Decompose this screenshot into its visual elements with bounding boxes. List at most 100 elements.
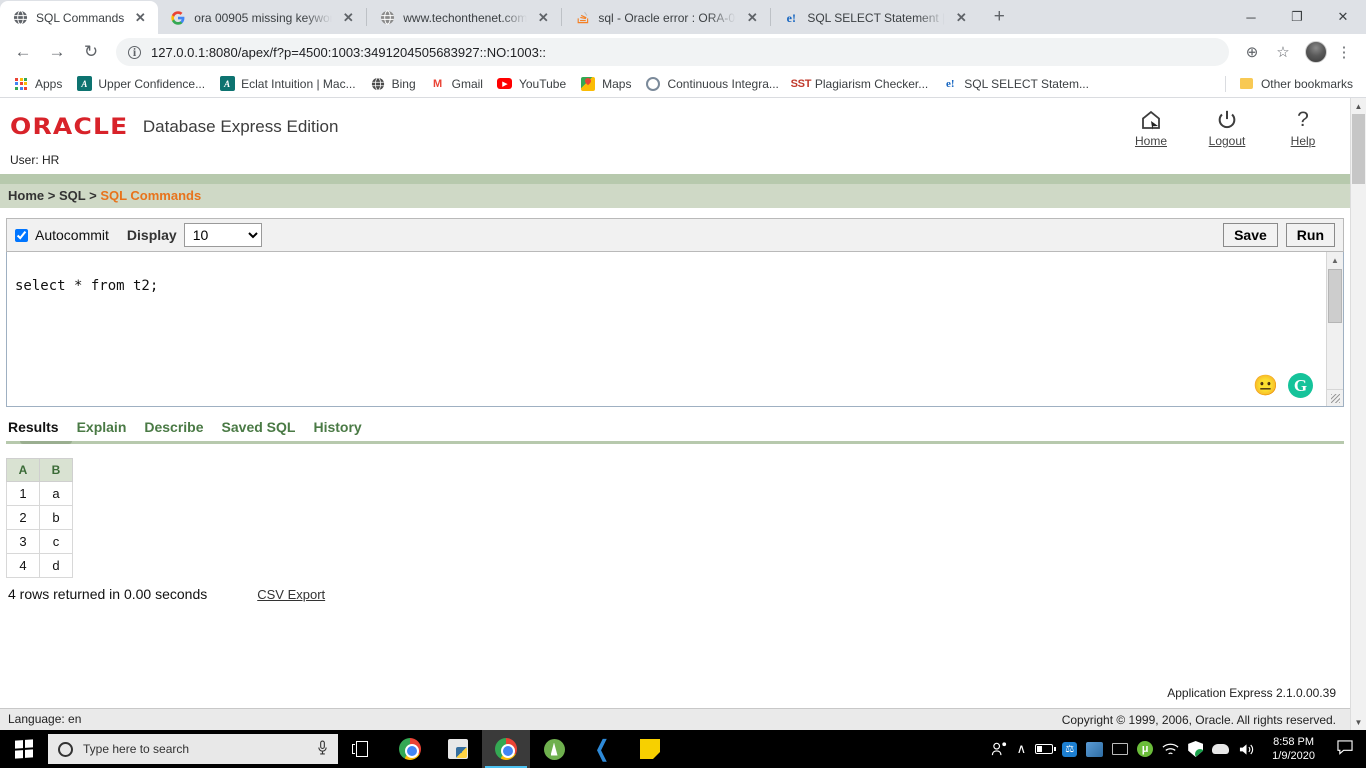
tab-describe[interactable]: Describe: [144, 419, 203, 438]
vscode-icon: ❬: [592, 736, 612, 761]
utorrent-icon[interactable]: μ: [1137, 741, 1154, 757]
bookmark-plagiarism-checker[interactable]: SST Plagiarism Checker...: [786, 72, 935, 96]
header-link-help[interactable]: ? Help: [1278, 106, 1328, 148]
sql-editor-text[interactable]: select * from t2;: [7, 252, 1326, 406]
other-bookmarks-label: Other bookmarks: [1260, 76, 1353, 91]
wifi-icon[interactable]: [1162, 742, 1179, 756]
taskbar-notepadpp-button[interactable]: [434, 730, 482, 768]
taskbar-chrome-active-button[interactable]: [482, 730, 530, 768]
start-button[interactable]: [0, 730, 48, 768]
show-hidden-icons-chevron-icon[interactable]: ∧: [1017, 741, 1027, 757]
window-close-button[interactable]: ✕: [1320, 0, 1366, 34]
tab-close-icon[interactable]: ✕: [533, 8, 553, 28]
volume-icon[interactable]: [1238, 742, 1255, 757]
bookmark-upper-confidence[interactable]: A Upper Confidence...: [69, 72, 212, 96]
bookmark-youtube[interactable]: ▶ YouTube: [490, 72, 573, 96]
people-icon[interactable]: [991, 741, 1008, 757]
editor-scroll-up-icon[interactable]: ▲: [1327, 252, 1343, 269]
stackoverflow-icon: [574, 10, 590, 26]
bookmark-sql-select-statement[interactable]: e! SQL SELECT Statem...: [935, 72, 1096, 96]
zoom-icon[interactable]: ⊕: [1238, 38, 1266, 66]
reload-icon[interactable]: ↻: [76, 37, 106, 67]
grammarly-emoji-icon[interactable]: 😐: [1253, 373, 1278, 398]
breadcrumb-item-home[interactable]: Home: [8, 188, 44, 203]
back-icon[interactable]: ←: [8, 37, 38, 67]
tab-history[interactable]: History: [313, 419, 361, 438]
taskbar-clock[interactable]: 8:58 PM 1/9/2020: [1264, 735, 1323, 763]
window-maximize-button[interactable]: ❐: [1274, 0, 1320, 34]
header-link-home[interactable]: Home: [1126, 106, 1176, 148]
taskbar-chrome-button[interactable]: [386, 730, 434, 768]
onedrive-icon[interactable]: [1212, 744, 1230, 754]
bookmark-eclat-intuition[interactable]: A Eclat Intuition | Mac...: [212, 72, 363, 96]
sql-editor[interactable]: select * from t2; 😐 G ▲ ▼: [6, 252, 1344, 407]
header-link-label: Help: [1290, 134, 1316, 148]
bookmark-continuous-integration[interactable]: Continuous Integra...: [638, 72, 785, 96]
bluetooth-icon[interactable]: ⚖: [1062, 741, 1078, 757]
display-rows-select[interactable]: 10: [183, 223, 262, 247]
grammarly-badge-icon[interactable]: G: [1288, 373, 1313, 398]
tab-results[interactable]: Results: [8, 419, 59, 438]
gmail-icon: M: [433, 77, 443, 90]
page-scrollbar[interactable]: ▲ ▼: [1350, 98, 1366, 730]
tab-close-icon[interactable]: ✕: [951, 8, 971, 28]
taskbar-android-studio-button[interactable]: [530, 730, 578, 768]
cell-b: b: [39, 505, 73, 530]
column-header-a[interactable]: A: [6, 458, 40, 482]
grammarly-widget[interactable]: 😐 G: [1253, 373, 1313, 398]
network-adapter-icon[interactable]: [1086, 741, 1104, 757]
run-button[interactable]: Run: [1285, 223, 1335, 247]
header-link-logout[interactable]: Logout: [1202, 106, 1252, 148]
save-button[interactable]: Save: [1223, 223, 1278, 247]
remote-desktop-icon[interactable]: [1112, 743, 1129, 755]
browser-tab-4[interactable]: e! SQL SELECT Statement | SQL S ✕: [771, 1, 980, 34]
bookmark-apps[interactable]: Apps: [6, 72, 69, 96]
tab-close-icon[interactable]: ✕: [338, 8, 358, 28]
result-grid: A B 1 a 2 b 3 c 4 d: [6, 458, 73, 578]
csv-export-link[interactable]: CSV Export: [257, 587, 325, 602]
notification-center-icon[interactable]: [1332, 739, 1362, 759]
bookmark-label: Upper Confidence...: [98, 76, 206, 91]
display-label: Display: [126, 227, 177, 243]
editor-scroll-thumb[interactable]: [1328, 269, 1342, 323]
battery-icon[interactable]: [1035, 744, 1057, 754]
tab-explain[interactable]: Explain: [77, 419, 127, 438]
page-scroll-down-icon[interactable]: ▼: [1351, 714, 1366, 730]
windows-defender-icon[interactable]: [1188, 741, 1204, 757]
browser-tab-2[interactable]: www.techonthenet.com ✕: [367, 1, 562, 34]
other-bookmarks-button[interactable]: Other bookmarks: [1232, 72, 1360, 96]
bookmark-maps[interactable]: Maps: [573, 72, 638, 96]
microphone-icon[interactable]: [317, 740, 328, 758]
tab-close-icon[interactable]: ✕: [130, 8, 150, 28]
browser-tab-1[interactable]: ora 00905 missing keyword - G ✕: [158, 1, 367, 34]
chrome-browser-window: SQL Commands ✕ ora 00905 missing keyword…: [0, 0, 1366, 730]
breadcrumb-item-sql[interactable]: SQL: [59, 188, 86, 203]
window-minimize-button[interactable]: ─: [1228, 0, 1274, 34]
search-input[interactable]: Type here to search: [48, 734, 338, 764]
site-info-icon[interactable]: i: [128, 45, 141, 59]
address-bar[interactable]: i 127.0.0.1:8080/apex/f?p=4500:1003:3491…: [116, 38, 1229, 66]
task-view-button[interactable]: [338, 730, 386, 768]
new-tab-button[interactable]: +: [985, 3, 1013, 31]
bookmark-gmail[interactable]: M Gmail: [423, 72, 490, 96]
browser-tab-0[interactable]: SQL Commands ✕: [0, 1, 159, 34]
editor-resize-handle[interactable]: [1326, 389, 1343, 406]
chrome-menu-icon[interactable]: ⋮: [1330, 38, 1358, 66]
browser-tab-3[interactable]: sql - Oracle error : ORA-00905 ✕: [562, 1, 771, 34]
page-scroll-thumb[interactable]: [1352, 114, 1365, 184]
profile-avatar[interactable]: [1305, 41, 1327, 63]
bookmark-bing[interactable]: Bing: [363, 72, 423, 96]
autocommit-checkbox[interactable]: [15, 228, 28, 242]
taskbar-sticky-notes-button[interactable]: [626, 730, 674, 768]
bookmark-star-icon[interactable]: ☆: [1269, 38, 1297, 66]
page-scroll-up-icon[interactable]: ▲: [1351, 98, 1366, 114]
al-icon: A: [76, 76, 92, 92]
tab-saved-sql[interactable]: Saved SQL: [222, 419, 296, 438]
taskbar-vscode-button[interactable]: ❬: [578, 730, 626, 768]
column-header-b[interactable]: B: [39, 458, 73, 482]
tab-close-icon[interactable]: ✕: [742, 8, 762, 28]
forward-icon[interactable]: →: [42, 37, 72, 67]
breadcrumb-separator: >: [89, 188, 97, 203]
editor-scrollbar[interactable]: ▲ ▼: [1326, 252, 1343, 406]
editor-scroll-track[interactable]: [1327, 323, 1343, 389]
